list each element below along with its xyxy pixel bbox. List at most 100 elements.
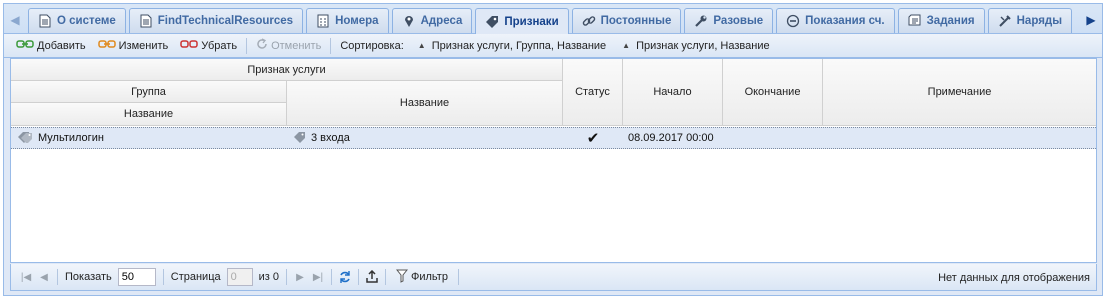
toolbar: Добавить Изменить Убрать Отменить Сортир… <box>4 34 1102 58</box>
page-size-input[interactable] <box>117 268 156 286</box>
toolbar-separator <box>330 37 332 54</box>
header-label: Окончание <box>744 86 801 98</box>
edit-button[interactable]: Изменить <box>92 36 175 56</box>
tab-work-orders[interactable]: Наряды <box>987 8 1073 33</box>
next-page-icon[interactable]: ▶ <box>291 268 309 286</box>
tab-label: Задания <box>926 15 975 27</box>
sort-option-label: Признак услуги, Название <box>636 39 770 52</box>
start-date-text: 08.09.2017 00:00 <box>628 132 714 144</box>
export-icon[interactable] <box>363 268 381 286</box>
header-service-feature[interactable]: Признак услуги <box>11 59 563 81</box>
paging-separator <box>57 269 58 285</box>
last-page-icon[interactable]: ▶| <box>309 268 327 286</box>
cell-end <box>728 128 823 148</box>
remove-label: Убрать <box>201 39 238 52</box>
link-icon <box>582 14 596 28</box>
cell-note <box>828 128 1088 148</box>
phone-list-icon <box>316 14 330 28</box>
tab-label: Номера <box>335 15 379 27</box>
tag-icon <box>293 131 307 146</box>
sort-option-2[interactable]: ▲ Признак услуги, Название <box>614 40 777 52</box>
cell-group-name: Мультилогин <box>17 128 287 148</box>
tab-label: FindTechnicalResources <box>157 15 294 27</box>
first-page-icon[interactable]: |◀ <box>17 268 35 286</box>
tab-addresses[interactable]: Адреса <box>391 8 473 33</box>
tab-scroll-right-icon[interactable]: ▶ <box>1082 7 1100 33</box>
add-button[interactable]: Добавить <box>10 36 92 56</box>
document-icon <box>38 14 52 28</box>
filter-label: Фильтр <box>411 271 448 283</box>
wrench-icon <box>694 14 708 28</box>
funnel-icon <box>395 269 409 286</box>
tab-tasks[interactable]: Задания <box>897 8 985 33</box>
sort-asc-icon: ▲ <box>417 41 426 50</box>
paging-separator <box>162 269 164 285</box>
header-label: Название <box>123 108 174 120</box>
refresh-icon[interactable] <box>336 268 354 286</box>
meter-icon <box>786 14 800 28</box>
tab-label: Наряды <box>1016 15 1063 27</box>
page-number-input[interactable] <box>226 268 253 286</box>
add-link-icon <box>16 39 34 52</box>
header-name[interactable]: Название <box>287 81 563 126</box>
remove-button[interactable]: Убрать <box>174 36 243 56</box>
cancel-label: Отменить <box>271 39 322 52</box>
edit-label: Изменить <box>118 39 169 52</box>
cell-start: 08.09.2017 00:00 <box>628 128 723 148</box>
tab-bar: ◀ О системе FindTechnicalResources Номер… <box>4 4 1102 34</box>
tag-group-icon <box>17 131 33 146</box>
header-status[interactable]: Статус <box>563 59 623 126</box>
paging-separator <box>358 269 359 285</box>
tab-scroll-left-icon[interactable]: ◀ <box>6 7 24 33</box>
tab-label: О системе <box>57 15 116 27</box>
tab-label: Признаки <box>504 15 559 28</box>
checkmark-icon: ✔ <box>586 130 600 147</box>
tab-meter-readings[interactable]: Показания сч. <box>776 8 895 33</box>
sort-label: Сортировка: <box>340 39 404 52</box>
features-grid: Признак услуги Группа Название Название … <box>10 58 1097 263</box>
header-start[interactable]: Начало <box>623 59 723 126</box>
header-label: Название <box>399 97 450 109</box>
main-panel: ◀ О системе FindTechnicalResources Номер… <box>3 3 1103 296</box>
name-text: 3 входа <box>311 132 350 144</box>
paging-info: Нет данных для отображения <box>938 271 1090 284</box>
sort-option-1[interactable]: ▲ Признак услуги, Группа, Название <box>410 40 614 52</box>
tab-permanent[interactable]: Постоянные <box>571 8 682 33</box>
paging-separator <box>457 269 459 285</box>
filter-button[interactable]: Фильтр <box>390 267 454 287</box>
page-total-label: из 0 <box>258 271 279 283</box>
sort-asc-icon: ▲ <box>622 41 631 50</box>
toolbar-separator <box>246 37 248 54</box>
tab-label: Адреса <box>420 15 463 27</box>
tab-numbers[interactable]: Номера <box>306 8 389 33</box>
page-label: Страница <box>170 271 221 283</box>
add-label: Добавить <box>37 39 86 52</box>
header-label: Группа <box>131 85 166 98</box>
paging-toolbar: |◀ ◀ Показать Страница из 0 ▶ ▶| Фильтр … <box>10 264 1097 291</box>
tab-features[interactable]: Признаки <box>475 8 569 34</box>
header-group[interactable]: Группа <box>11 81 287 103</box>
tag-icon <box>485 15 499 29</box>
tab-one-time[interactable]: Разовые <box>684 8 774 33</box>
unlink-icon <box>180 39 198 52</box>
document-icon <box>139 14 153 28</box>
header-label: Статус <box>575 86 610 98</box>
cancel-button[interactable]: Отменить <box>250 36 327 56</box>
header-note[interactable]: Примечание <box>823 59 1096 126</box>
task-icon <box>908 14 922 28</box>
tab-about[interactable]: О системе <box>28 8 126 33</box>
tab-label: Показания сч. <box>805 15 885 27</box>
tab-label: Разовые <box>713 15 764 27</box>
tab-strip: О системе FindTechnicalResources Номера … <box>28 8 1075 34</box>
map-pin-icon <box>402 14 416 28</box>
prev-page-icon[interactable]: ◀ <box>35 268 53 286</box>
header-group-name[interactable]: Название <box>11 103 287 126</box>
sort-option-label: Признак услуги, Группа, Название <box>431 39 607 52</box>
header-end[interactable]: Окончание <box>723 59 823 126</box>
header-label: Признак услуги <box>247 63 326 76</box>
header-label: Примечание <box>927 86 992 98</box>
tools-icon <box>998 14 1012 28</box>
tab-find-technical-resources[interactable]: FindTechnicalResources <box>128 8 304 33</box>
show-label: Показать <box>65 271 112 283</box>
table-row[interactable]: Мультилогин 3 входа ✔ 08.09.2017 00:00 <box>11 127 1096 149</box>
